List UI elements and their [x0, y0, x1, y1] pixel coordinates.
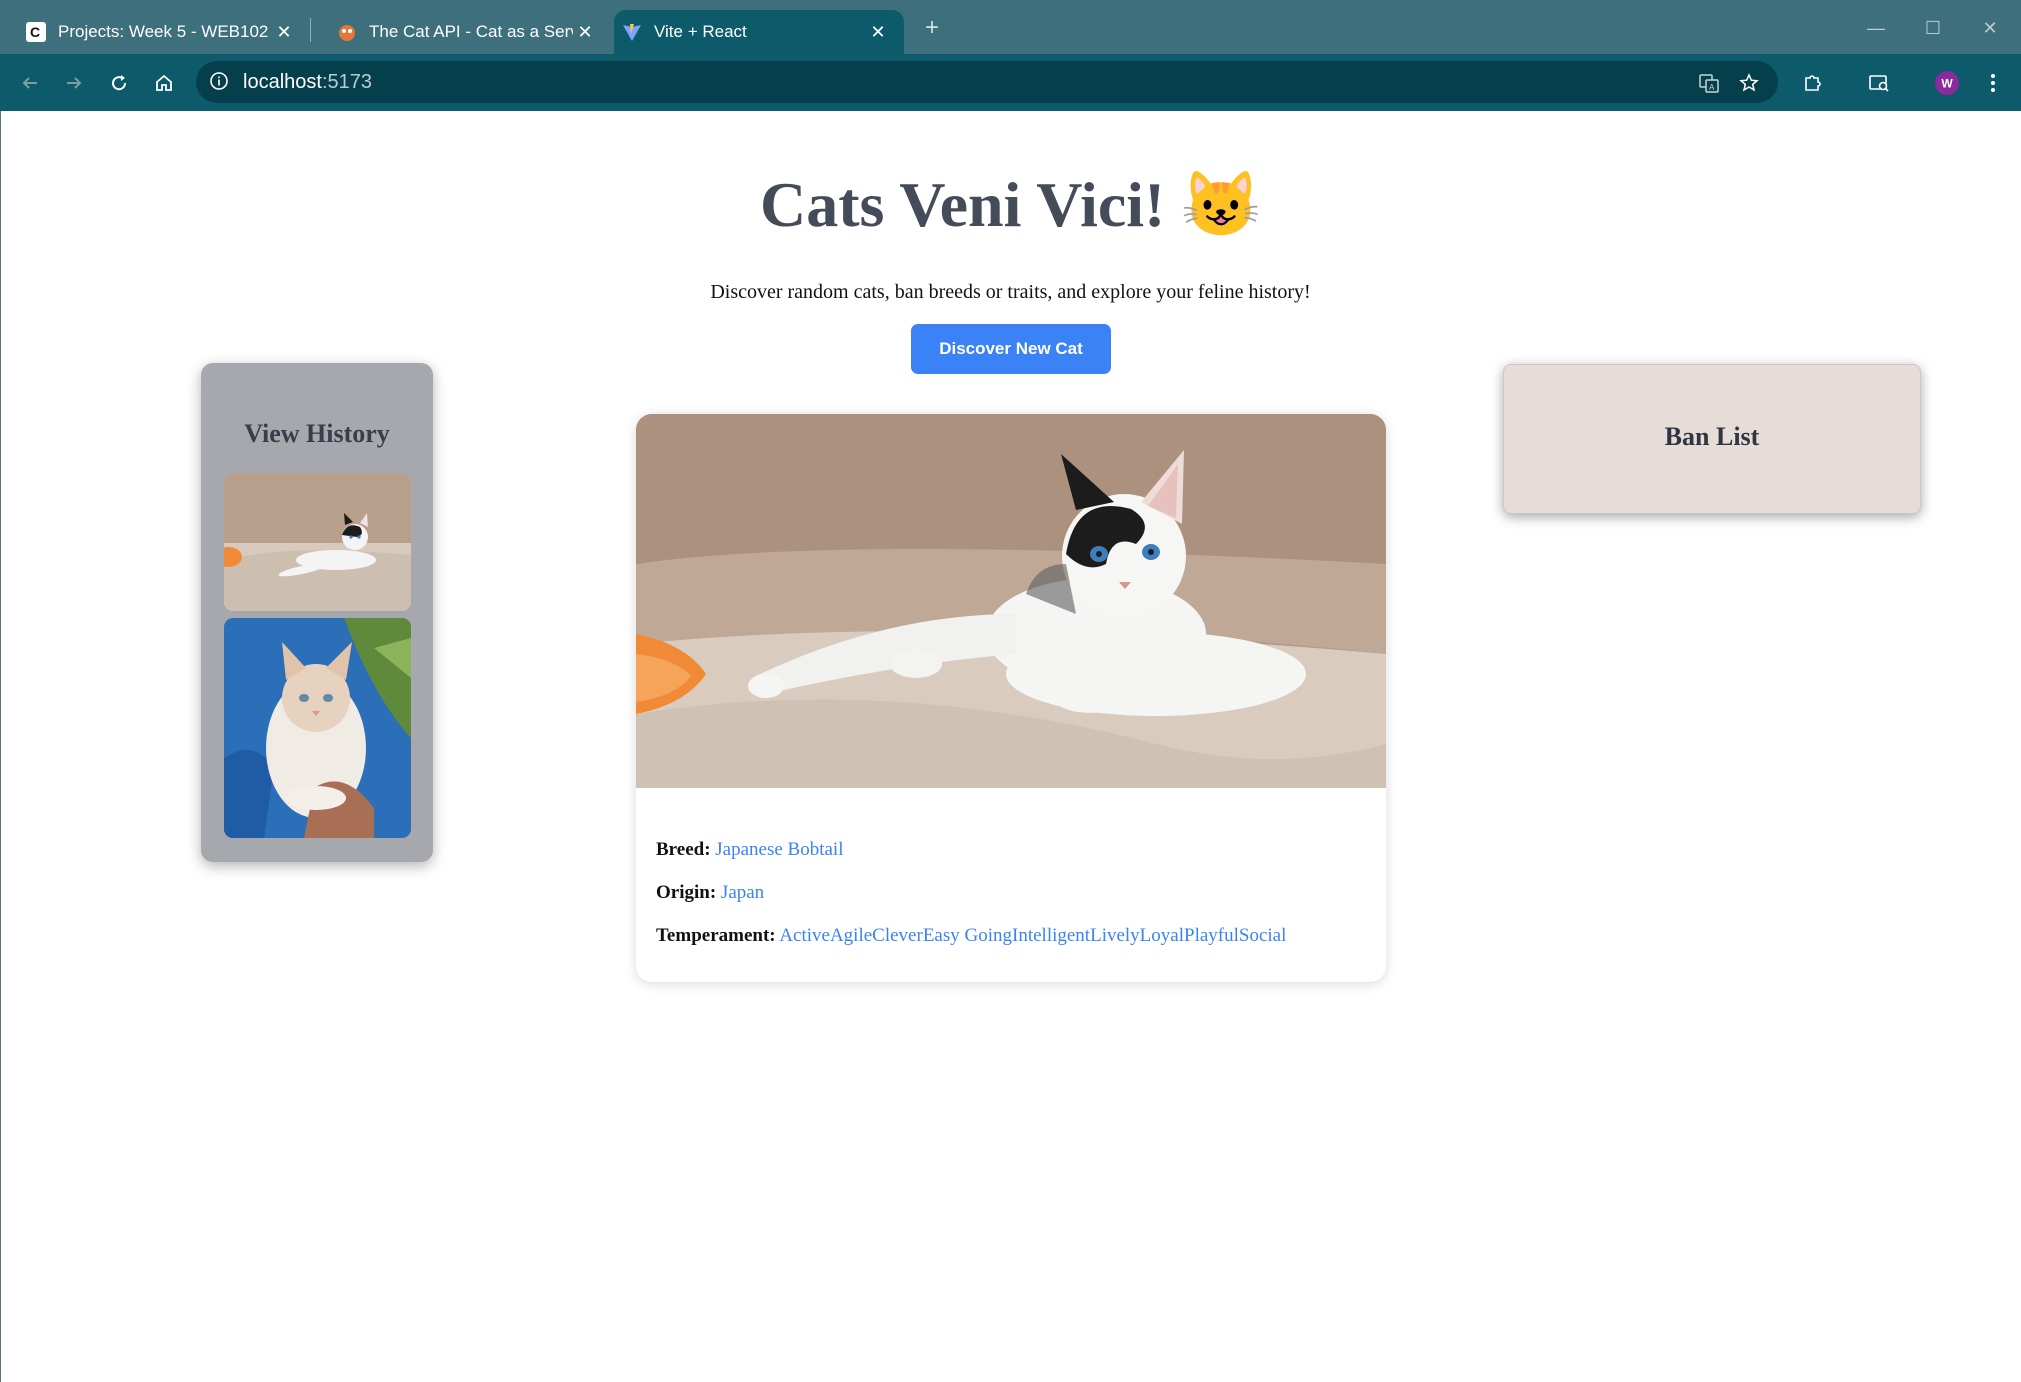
url-port: :5173 [321, 71, 372, 93]
codepath-icon: C [26, 22, 46, 42]
ban-list-panel: Ban List [1503, 364, 1921, 514]
discover-new-cat-button[interactable]: Discover New Cat [911, 324, 1111, 374]
address-bar[interactable] [196, 61, 1778, 103]
history-thumbnail-cream-cat [224, 618, 411, 838]
close-icon[interactable]: ✕ [573, 22, 597, 43]
temperament-row: Temperament: ActiveAgileCleverEasy Going… [656, 924, 1286, 948]
url-text[interactable]: localhost:5173 [243, 69, 372, 95]
svg-text:C: C [30, 24, 40, 40]
reload-icon[interactable] [102, 66, 136, 100]
svg-text:W: W [1941, 77, 1953, 91]
origin-row: Origin: Japan [656, 881, 764, 905]
translate-icon[interactable]: A [1692, 66, 1726, 100]
new-tab-button[interactable]: + [916, 12, 948, 44]
breed-row: Breed: Japanese Bobtail [656, 838, 844, 862]
history-panel: View History [201, 363, 433, 862]
tab-title: Projects: Week 5 - WEB102 | [58, 22, 272, 41]
tab-cat-api[interactable]: The Cat API - Cat as a Service ✕ [311, 10, 611, 54]
breed-label: Breed: [656, 839, 711, 860]
maximize-icon[interactable]: ☐ [1913, 14, 1953, 42]
origin-label: Origin: [656, 882, 717, 903]
home-icon[interactable] [147, 66, 181, 100]
cat-photo [636, 414, 1386, 788]
menu-kebab-icon[interactable] [1976, 66, 2010, 100]
cat-api-icon [337, 22, 357, 42]
close-icon[interactable]: ✕ [272, 22, 296, 43]
close-window-icon[interactable]: ✕ [1970, 14, 2010, 42]
history-item[interactable] [224, 618, 411, 838]
profile-avatar[interactable]: W [1930, 66, 1964, 100]
tab-title: Vite + React [654, 22, 747, 41]
close-icon[interactable]: ✕ [866, 22, 890, 43]
site-info-icon[interactable] [202, 64, 236, 98]
url-host: localhost [243, 71, 322, 93]
tab-projects-week5[interactable]: C Projects: Week 5 - WEB102 | ✕ [0, 10, 310, 54]
breed-value[interactable]: Japanese Bobtail [715, 839, 843, 860]
page-subtitle: Discover random cats, ban breeds or trai… [710, 281, 1311, 303]
forward-icon[interactable] [57, 66, 91, 100]
extensions-icon[interactable] [1796, 66, 1830, 100]
svg-text:A: A [1709, 83, 1715, 92]
tab-vite-react[interactable]: Vite + React ✕ [614, 10, 904, 54]
media-search-icon[interactable] [1862, 66, 1896, 100]
ban-list-title: Ban List [1664, 422, 1760, 451]
temperament-value[interactable]: ActiveAgileCleverEasy GoingIntelligentLi… [779, 925, 1286, 946]
vite-icon [622, 22, 642, 42]
history-thumbnail-kitten [224, 473, 411, 611]
minimize-icon[interactable]: — [1856, 14, 1896, 42]
page-title: Cats Veni Vici! 😺 [759, 169, 1262, 240]
back-icon[interactable] [13, 66, 47, 100]
cat-card: Breed: Japanese Bobtail Origin: Japan Te… [636, 414, 1386, 982]
bookmark-star-icon[interactable] [1732, 66, 1766, 100]
temperament-label: Temperament: [656, 925, 776, 946]
history-item[interactable] [224, 473, 411, 611]
tab-title: The Cat API - Cat as a Service [369, 22, 573, 41]
origin-value[interactable]: Japan [721, 882, 764, 903]
history-title: View History [244, 419, 390, 448]
